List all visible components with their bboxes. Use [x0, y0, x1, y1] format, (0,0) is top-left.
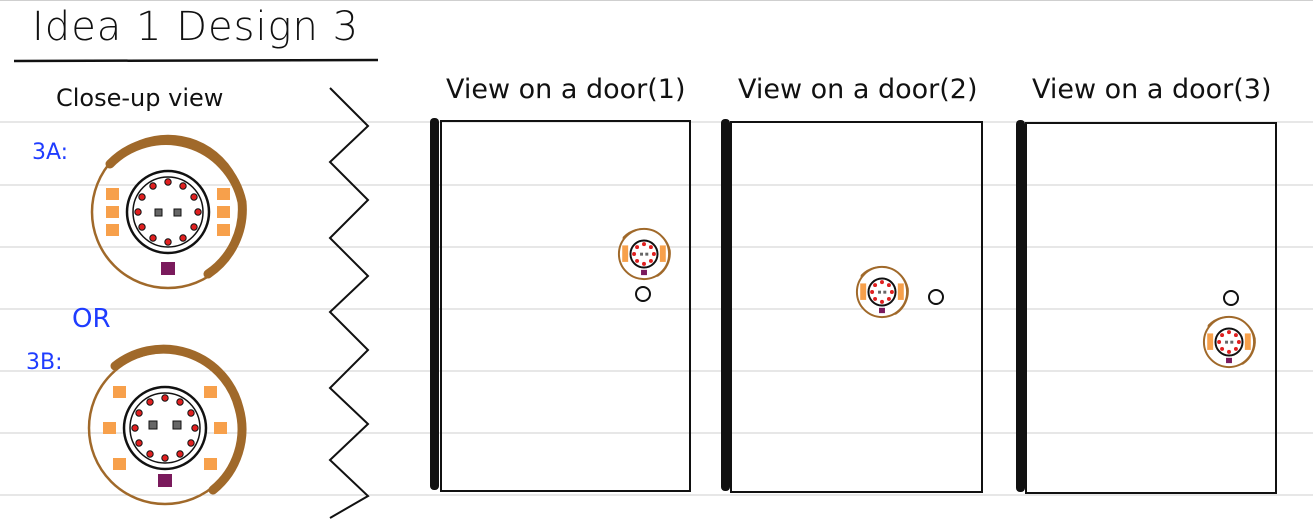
door-view-2-label: View on a door(2) — [738, 74, 978, 105]
lock-device-icon — [855, 265, 909, 319]
door-handle-icon — [1223, 290, 1239, 306]
door-handle-icon — [928, 289, 944, 305]
door-view-3-label: View on a door(3) — [1032, 74, 1272, 105]
sketch-page: Idea 1 Design 3 Close-up view 3A: OR 3B:… — [0, 0, 1313, 529]
option-b-label: 3B: — [26, 350, 63, 375]
zigzag-break-icon — [328, 87, 370, 519]
lock-device-icon — [1202, 315, 1256, 369]
door-view-1-label: View on a door(1) — [446, 74, 686, 105]
lock-device-icon — [617, 227, 671, 281]
page-title: Idea 1 Design 3 — [32, 4, 360, 50]
door-3 — [1016, 120, 1277, 494]
closeup-label: Close-up view — [56, 84, 224, 112]
or-label: OR — [72, 304, 111, 334]
lock-device-icon — [90, 134, 247, 290]
option-a-label: 3A: — [32, 140, 69, 165]
title-underline — [13, 58, 379, 63]
door-2 — [721, 119, 983, 493]
door-handle-icon — [635, 286, 651, 302]
lock-device-icon — [87, 344, 247, 506]
door-1 — [430, 118, 691, 492]
